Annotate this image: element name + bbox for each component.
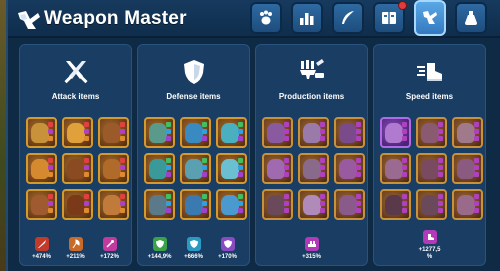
header-bar: Weapon Master (8, 0, 500, 38)
item-grid (144, 117, 247, 220)
item-slot[interactable] (452, 117, 483, 148)
page-title: Weapon Master (44, 8, 187, 29)
stat-bonus: +666% (180, 237, 208, 261)
tab-stats[interactable] (291, 2, 323, 34)
weapon-master-panel: Weapon Master Attack items +474% +211% +… (6, 0, 500, 271)
green-shield-icon (152, 237, 167, 251)
item-slot[interactable] (334, 189, 365, 220)
item-slot[interactable] (452, 153, 483, 184)
feather-icon (342, 11, 354, 24)
item-slot[interactable] (144, 117, 175, 148)
tab-pets[interactable] (250, 2, 282, 34)
stat-value: +170% (218, 254, 237, 260)
item-slot[interactable] (144, 153, 175, 184)
item-slot[interactable] (262, 117, 293, 148)
category-title: Production items (278, 92, 345, 101)
item-slot[interactable] (144, 189, 175, 220)
stat-bonus: +172% (96, 237, 124, 261)
stat-value: +315% (302, 254, 321, 260)
cyan-shield-icon (186, 237, 201, 251)
stat-value: +144,9% (147, 254, 172, 260)
tab-book[interactable] (373, 1, 407, 34)
item-slot[interactable] (216, 153, 247, 184)
wand-icon (102, 237, 117, 251)
item-slot[interactable] (98, 117, 129, 148)
tab-weapon-master[interactable] (414, 0, 446, 36)
item-grid (380, 117, 483, 220)
stat-bonus: +211% (62, 237, 90, 261)
tab-potion[interactable] (455, 2, 487, 34)
purple-shield-icon (220, 237, 235, 251)
stat-bonus: +315% (298, 237, 326, 261)
speed-boot-icon (422, 230, 437, 244)
stat-value: +666% (184, 254, 203, 260)
item-slot[interactable] (180, 153, 211, 184)
item-grid (26, 117, 129, 220)
item-slot[interactable] (26, 117, 57, 148)
notification-badge (398, 1, 407, 10)
item-slot[interactable] (216, 189, 247, 220)
item-slot[interactable] (262, 189, 293, 220)
weapon-master-logo-icon (18, 11, 40, 29)
item-slot[interactable] (334, 153, 365, 184)
book-icon (382, 12, 396, 24)
stat-bonuses: +315% (256, 237, 367, 261)
stat-bonus: +1277,5 % (416, 230, 444, 261)
item-slot[interactable] (62, 153, 93, 184)
stat-bonus: +474% (28, 237, 56, 261)
stat-bonus: +170% (214, 237, 242, 261)
tab-feather[interactable] (332, 2, 364, 34)
item-slot[interactable] (180, 117, 211, 148)
category-defense-items: Defense items +144,9% +666% +170% (137, 44, 250, 266)
item-slot[interactable] (180, 189, 211, 220)
bar-chart-icon (300, 13, 314, 25)
stat-value: +211% (66, 254, 85, 260)
item-slot[interactable] (262, 153, 293, 184)
stat-bonuses: +144,9% +666% +170% (138, 237, 249, 261)
item-slot[interactable] (452, 189, 483, 220)
item-slot[interactable] (416, 189, 447, 220)
category-title: Speed items (405, 92, 454, 101)
item-slot[interactable] (298, 153, 329, 184)
item-slot[interactable] (380, 153, 411, 184)
item-slot[interactable] (416, 153, 447, 184)
axe-icon (68, 237, 83, 251)
item-slot[interactable] (62, 189, 93, 220)
category-production-items: Production items +315% (255, 44, 368, 266)
item-slot[interactable] (380, 117, 411, 148)
item-slot[interactable] (298, 117, 329, 148)
item-slot[interactable] (62, 117, 93, 148)
crossed-swords-icon (63, 61, 88, 84)
item-slot[interactable] (380, 189, 411, 220)
shield-icon (183, 60, 204, 84)
stat-value: +1277,5 % (418, 247, 441, 260)
category-title: Defense items (166, 92, 221, 101)
category-attack-items: Attack items +474% +211% +172% (19, 44, 132, 266)
item-slot[interactable] (334, 117, 365, 148)
item-slot[interactable] (98, 153, 129, 184)
weapon-master-icon (423, 11, 437, 24)
item-grid (262, 117, 365, 220)
stat-bonuses: +474% +211% +172% (20, 237, 131, 261)
potion-icon (465, 11, 477, 25)
sword-icon (34, 237, 49, 251)
hammer-anvil-icon (299, 59, 324, 79)
stat-value: +172% (100, 254, 119, 260)
item-slot[interactable] (216, 117, 247, 148)
category-speed-items: Speed items +1277,5 % (373, 44, 486, 266)
paw-icon (260, 10, 272, 25)
category-title: Attack items (51, 92, 100, 101)
item-slot[interactable] (26, 189, 57, 220)
stat-bonus: +144,9% (146, 237, 174, 261)
item-slot[interactable] (416, 117, 447, 148)
item-slot[interactable] (298, 189, 329, 220)
item-slot[interactable] (98, 189, 129, 220)
item-slot[interactable] (26, 153, 57, 184)
stat-value: +474% (32, 254, 51, 260)
production-icon (304, 237, 319, 251)
stat-bonuses: +1277,5 % (374, 230, 485, 261)
winged-boot-icon (416, 63, 442, 81)
